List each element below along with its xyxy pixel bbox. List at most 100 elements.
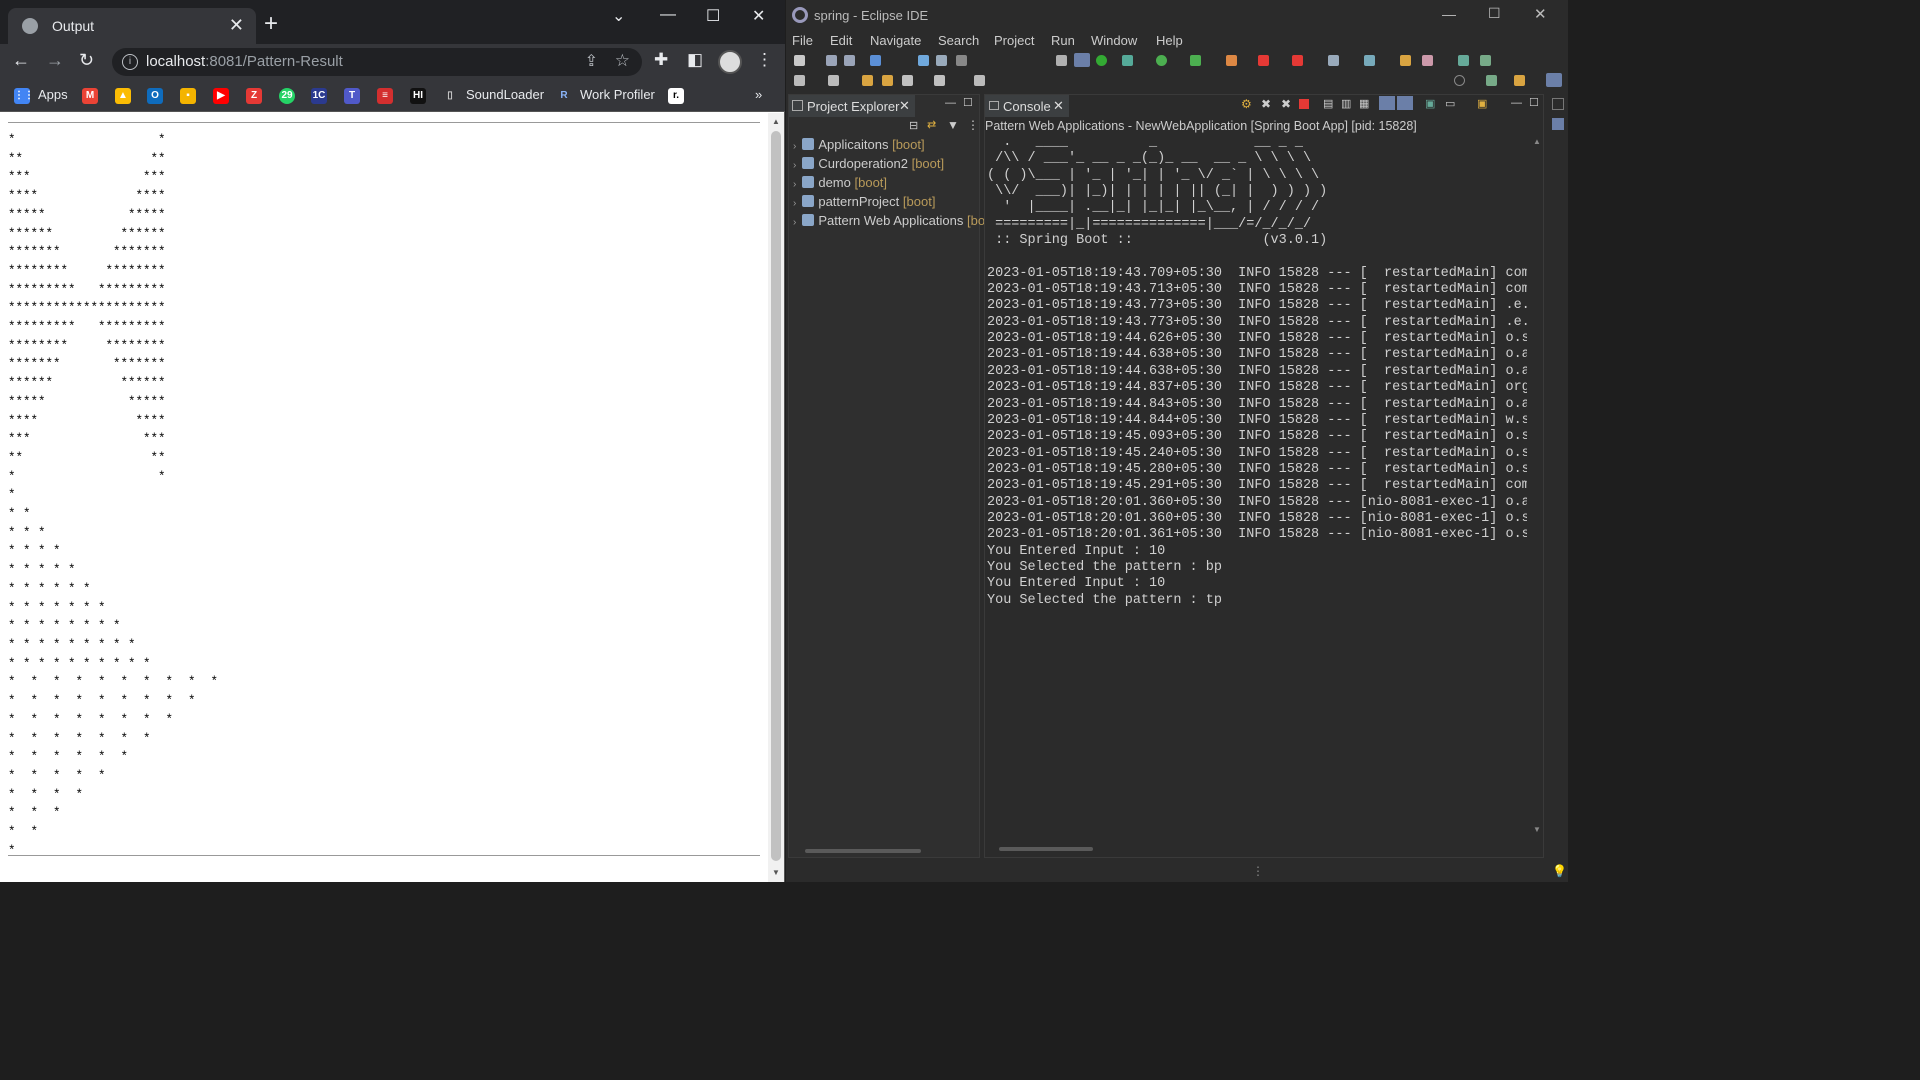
menu-project[interactable]: Project bbox=[994, 33, 1034, 48]
outline-view-icon[interactable] bbox=[1552, 118, 1564, 130]
address-bar[interactable]: i localhost:8081/Pattern-Result ⇪ ☆ bbox=[112, 48, 642, 76]
show-stderr-icon[interactable] bbox=[1397, 96, 1413, 110]
pe-maximize-icon[interactable]: ☐ bbox=[963, 96, 973, 109]
expand-icon[interactable]: › bbox=[793, 217, 796, 228]
word-wrap-icon[interactable]: ▦ bbox=[1359, 97, 1369, 110]
eclipse-maximize-button[interactable]: ☐ bbox=[1488, 5, 1501, 22]
spring-perspective-icon[interactable] bbox=[1546, 73, 1562, 87]
search-icon[interactable] bbox=[1454, 75, 1465, 86]
hi-bookmark-icon[interactable]: HI bbox=[410, 88, 426, 104]
link-editor-icon[interactable]: ⇄ bbox=[927, 118, 936, 131]
new-icon[interactable] bbox=[794, 55, 805, 66]
minimize-button[interactable]: — bbox=[660, 6, 676, 24]
menu-help[interactable]: Help bbox=[1156, 33, 1183, 48]
expand-icon[interactable]: › bbox=[793, 198, 796, 209]
restore-icon[interactable] bbox=[1552, 98, 1564, 110]
expand-icon[interactable]: › bbox=[793, 141, 796, 152]
menu-kebab-icon[interactable]: ⋮ bbox=[756, 50, 773, 70]
whatsapp-icon[interactable]: 29 bbox=[279, 88, 295, 104]
project-item[interactable]: › patternProject [boot] bbox=[793, 194, 935, 209]
coverage-icon[interactable] bbox=[1190, 55, 1201, 66]
suspend-icon[interactable] bbox=[936, 55, 947, 66]
pin-icon[interactable]: ▣ bbox=[1425, 97, 1435, 110]
terminate-icon[interactable] bbox=[956, 55, 967, 66]
pin-console-icon[interactable]: ⚙ bbox=[1241, 97, 1252, 111]
collapse-all-icon[interactable]: ⊟ bbox=[909, 119, 918, 132]
menu-file[interactable]: File bbox=[792, 33, 813, 48]
reload-icon[interactable]: ↻ bbox=[79, 50, 94, 71]
clear-console-icon[interactable]: ▤ bbox=[1323, 97, 1333, 110]
scroll-down-icon[interactable]: ▼ bbox=[772, 868, 780, 877]
outlook-icon[interactable]: O bbox=[147, 88, 163, 104]
toggle-mark-icon[interactable] bbox=[1074, 53, 1090, 67]
drive-icon[interactable]: ▲ bbox=[115, 88, 131, 104]
bookmark-apps[interactable]: Apps bbox=[38, 87, 68, 102]
menu-run[interactable]: Run bbox=[1051, 33, 1075, 48]
save-icon[interactable] bbox=[826, 55, 837, 66]
outline-icon[interactable] bbox=[1056, 55, 1067, 66]
expand-icon[interactable]: › bbox=[793, 179, 796, 190]
pen-icon[interactable] bbox=[1422, 55, 1433, 66]
console-close-icon[interactable]: ✕ bbox=[1053, 98, 1064, 114]
debug-icon[interactable] bbox=[1122, 55, 1133, 66]
r-bookmark-icon[interactable]: r. bbox=[668, 88, 684, 104]
project-item[interactable]: › demo [boot] bbox=[793, 175, 887, 190]
forward-nav-icon[interactable] bbox=[882, 75, 893, 86]
console-scroll-up-icon[interactable]: ▲ bbox=[1533, 137, 1541, 146]
bookmark-soundloader[interactable]: SoundLoader bbox=[466, 87, 544, 102]
new-java-icon[interactable] bbox=[1328, 55, 1339, 66]
youtube-icon[interactable]: ▶ bbox=[213, 88, 229, 104]
back-icon[interactable]: ← bbox=[12, 50, 30, 71]
scroll-lock-icon[interactable]: ▥ bbox=[1341, 97, 1351, 110]
external-tools-icon[interactable] bbox=[1226, 55, 1237, 66]
menu-search[interactable]: Search bbox=[938, 33, 979, 48]
teams-icon[interactable]: T bbox=[344, 88, 360, 104]
scrollbar-thumb[interactable] bbox=[771, 131, 781, 861]
back-nav-icon[interactable] bbox=[862, 75, 873, 86]
menu-edit[interactable]: Edit bbox=[830, 33, 852, 48]
browser-tab[interactable]: Output ✕ bbox=[8, 8, 256, 44]
project-item[interactable]: › Pattern Web Applications [bo bbox=[793, 213, 985, 228]
display-console-icon[interactable]: ▭ bbox=[1445, 97, 1455, 110]
console-output-area[interactable]: . ____ _ __ _ _ /\\ / ___'_ __ _ _(_)_ _… bbox=[987, 135, 1527, 835]
history-forward-icon[interactable] bbox=[934, 75, 945, 86]
spring-icon[interactable] bbox=[1096, 55, 1107, 66]
open-perspective-icon[interactable] bbox=[1486, 75, 1497, 86]
remove-launch-icon[interactable]: ✖ bbox=[1261, 97, 1271, 111]
history-back-icon[interactable] bbox=[902, 75, 913, 86]
console-horizontal-scrollbar[interactable] bbox=[999, 847, 1093, 851]
open-type-icon[interactable] bbox=[1364, 55, 1375, 66]
side-panel-icon[interactable]: ◧ bbox=[687, 50, 703, 70]
project-item[interactable]: › Applicaitons [boot] bbox=[793, 137, 925, 152]
open-folder-icon[interactable] bbox=[1400, 55, 1411, 66]
menu-navigate[interactable]: Navigate bbox=[870, 33, 921, 48]
remove-all-icon[interactable]: ✖ bbox=[1281, 97, 1291, 111]
keep-icon[interactable]: ▪ bbox=[180, 88, 196, 104]
maximize-button[interactable]: ☐ bbox=[706, 6, 720, 26]
console-tab[interactable]: Console ✕ bbox=[985, 95, 1069, 117]
menu-window[interactable]: Window bbox=[1091, 33, 1137, 48]
tab-close-button[interactable]: ✕ bbox=[229, 15, 244, 36]
terminal-icon[interactable] bbox=[870, 55, 881, 66]
console-minimize-icon[interactable]: — bbox=[1511, 97, 1522, 109]
share-icon[interactable]: ⇪ bbox=[585, 51, 598, 71]
console-vertical-scrollbar[interactable]: ▲ ▼ bbox=[1531, 135, 1543, 835]
prev-annotation-icon[interactable] bbox=[828, 75, 839, 86]
pe-horizontal-scrollbar[interactable] bbox=[805, 849, 921, 853]
project-item[interactable]: › Curdoperation2 [boot] bbox=[793, 156, 944, 171]
site-info-icon[interactable]: i bbox=[122, 54, 138, 70]
pin-editor-icon[interactable] bbox=[974, 75, 985, 86]
next-annotation-icon[interactable] bbox=[794, 75, 805, 86]
expand-icon[interactable]: › bbox=[793, 160, 796, 171]
run-icon[interactable] bbox=[1156, 55, 1167, 66]
tab-search-icon[interactable]: ⌄ bbox=[612, 6, 625, 26]
extensions-icon[interactable]: ✚ bbox=[654, 50, 668, 70]
eclipse-minimize-button[interactable]: — bbox=[1442, 6, 1456, 22]
forward-icon[interactable]: → bbox=[46, 50, 64, 71]
red-bookmark-icon[interactable]: ≡ bbox=[377, 88, 393, 104]
tip-lightbulb-icon[interactable]: 💡 bbox=[1552, 864, 1567, 878]
console-maximize-icon[interactable]: ☐ bbox=[1529, 96, 1539, 109]
bookmark-star-icon[interactable]: ☆ bbox=[615, 51, 630, 71]
save-all-icon[interactable] bbox=[844, 55, 855, 66]
close-window-button[interactable]: ✕ bbox=[752, 6, 765, 26]
